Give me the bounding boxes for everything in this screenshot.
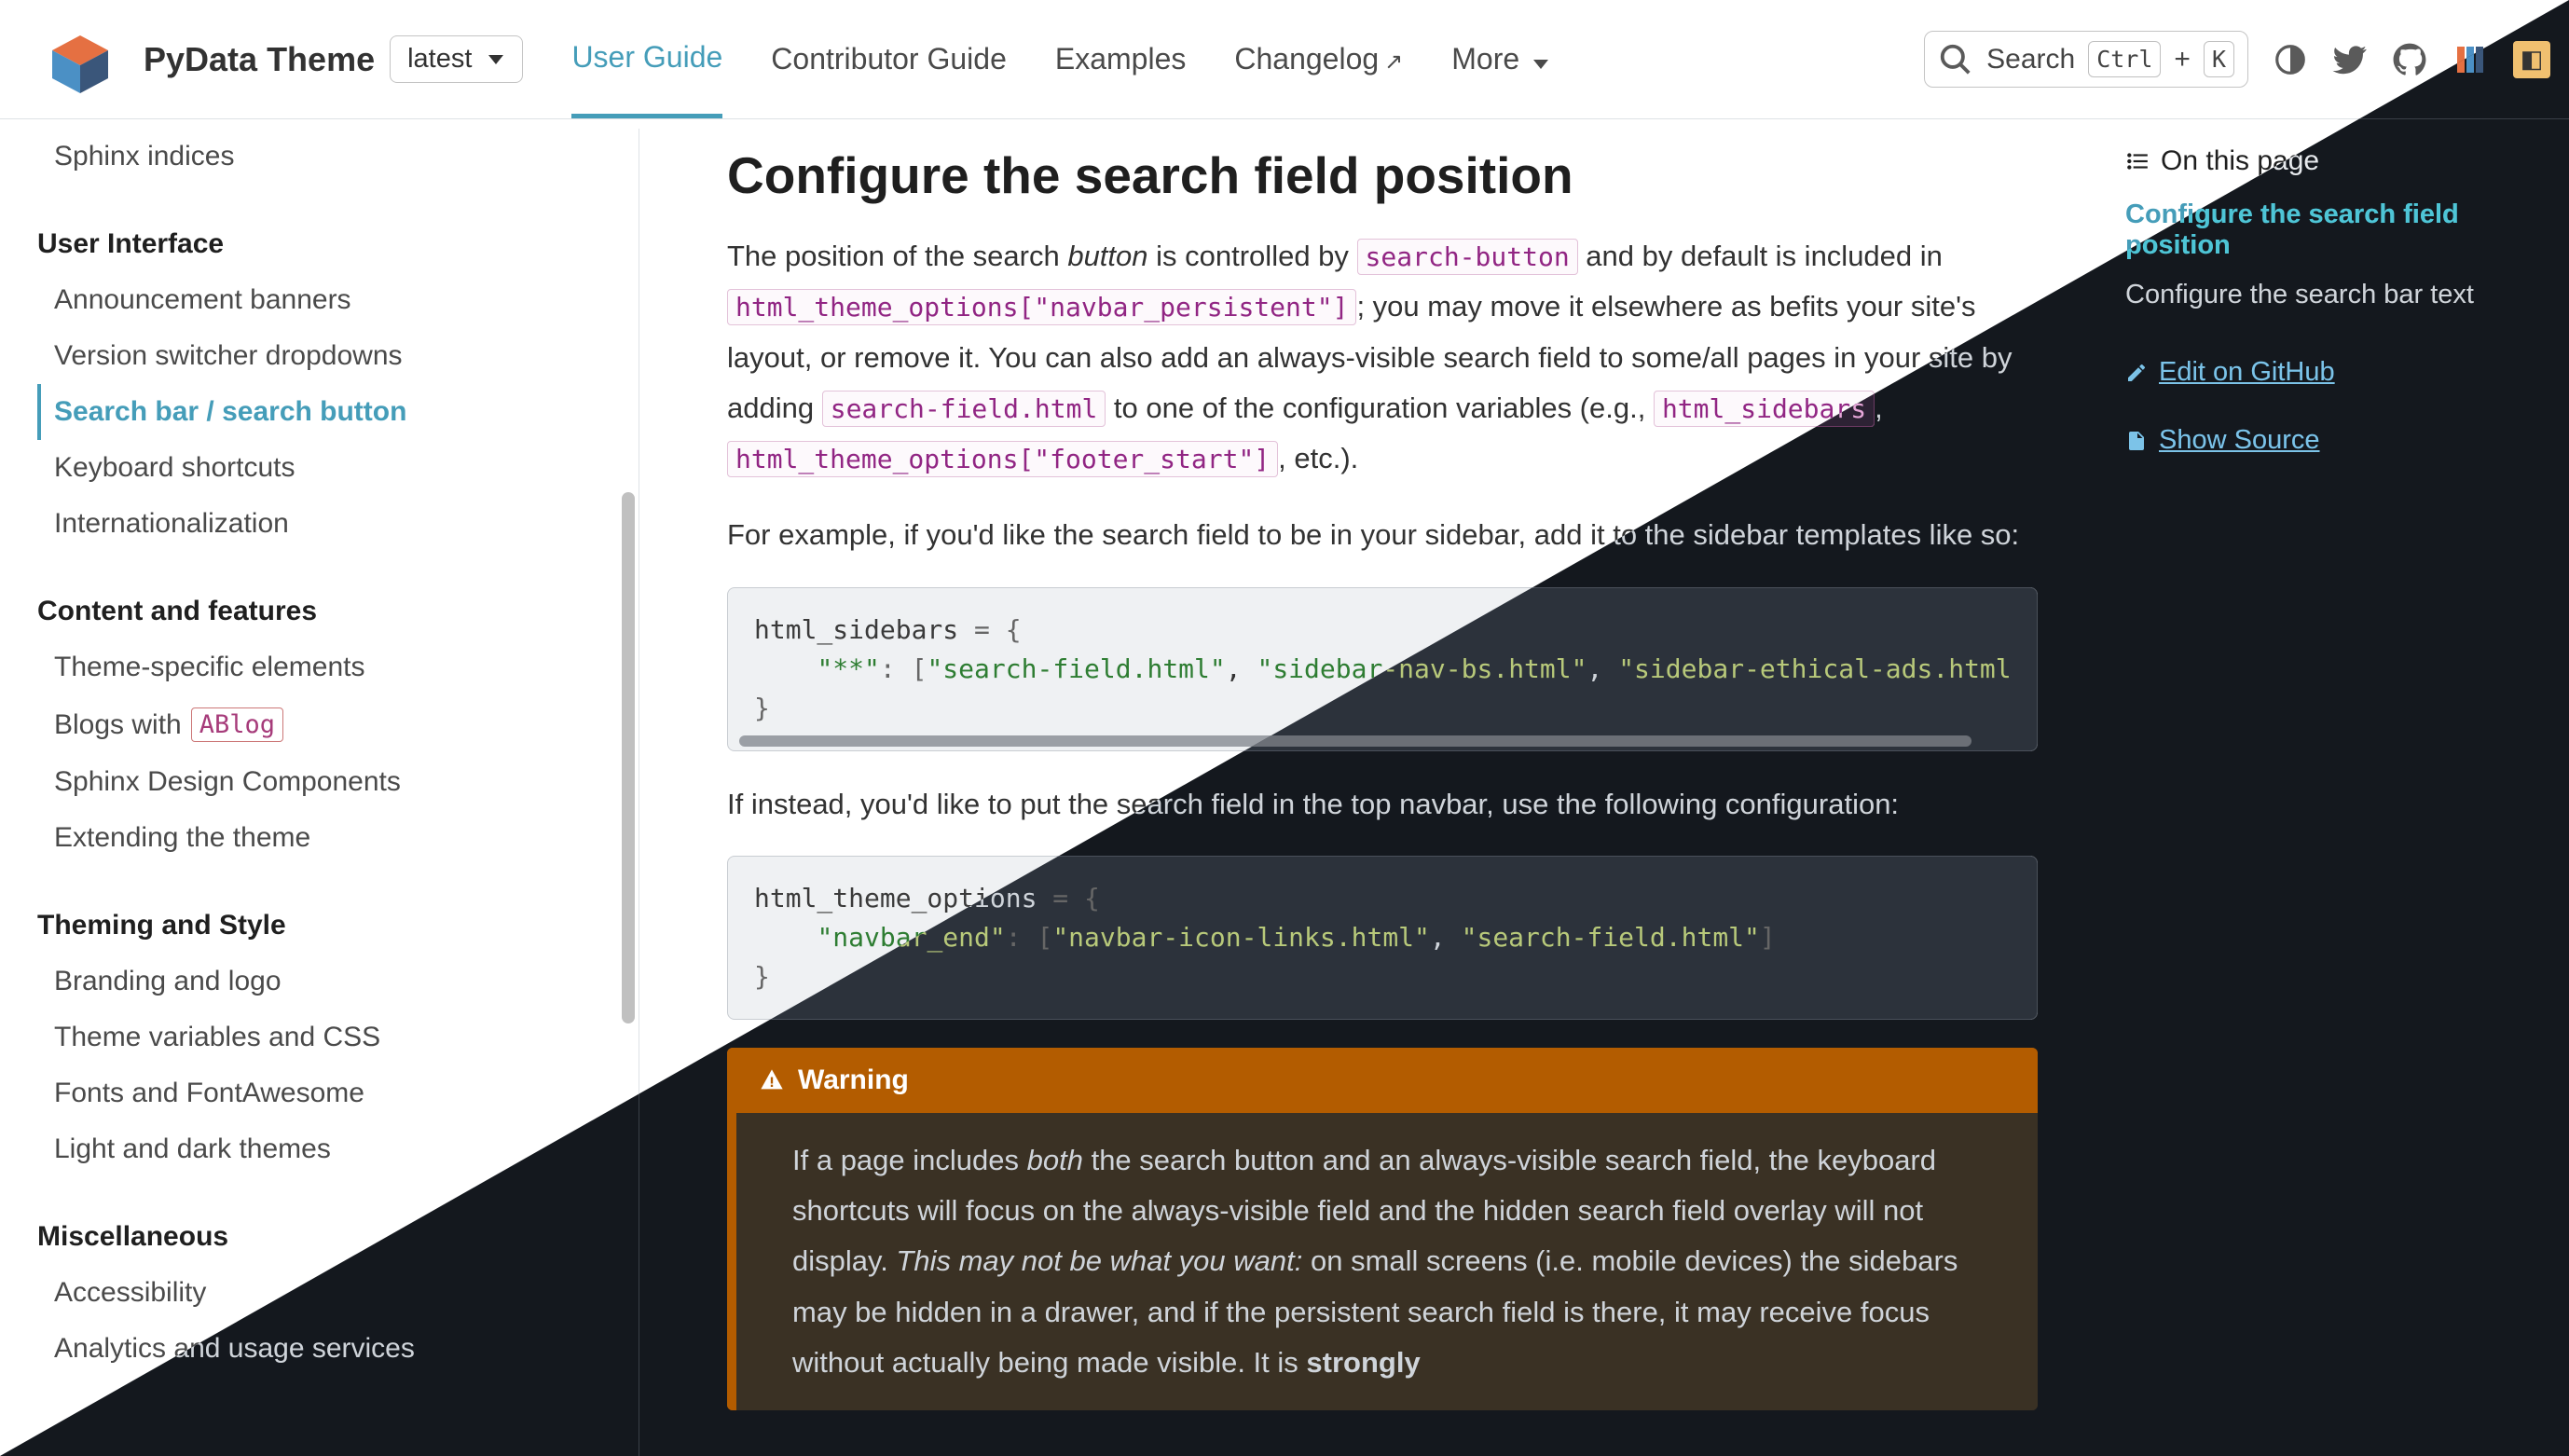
edit-on-github-link[interactable]: Edit on GitHub (2125, 357, 2541, 388)
kbd-plus: + (2174, 44, 2191, 76)
nav-changelog-label: Changelog (1234, 42, 1379, 76)
sidebar-item-theme-vars[interactable]: Theme variables and CSS (37, 1010, 620, 1065)
external-link-icon: ↗ (1384, 49, 1403, 75)
label-text: Blogs with (54, 709, 182, 741)
sidebar-item-blogs-ablog[interactable]: Blogs with ABlog (37, 695, 620, 754)
app-favicon-icon[interactable]: ◧ (2513, 41, 2550, 78)
sidebar-item-extending[interactable]: Extending the theme (37, 810, 620, 866)
chevron-down-icon (1533, 60, 1548, 69)
warning-admonition: Warning If a page includes both the sear… (727, 1048, 2038, 1410)
show-source-link[interactable]: Show Source (2125, 425, 2541, 456)
sidebar-item-fonts[interactable]: Fonts and FontAwesome (37, 1065, 620, 1121)
code-literal: search-field.html (822, 391, 1106, 427)
sidebar-item-theme-elements[interactable]: Theme-specific elements (37, 639, 620, 695)
sidebar-item-sphinx-design[interactable]: Sphinx Design Components (37, 754, 620, 810)
kbd-ctrl: Ctrl (2088, 41, 2161, 77)
sidebar-item-announcement[interactable]: Announcement banners (37, 272, 620, 328)
file-icon (2125, 430, 2148, 452)
scrollbar-thumb[interactable] (622, 492, 635, 1023)
sidebar-item-sphinx-indices[interactable]: Sphinx indices (37, 129, 620, 185)
sidebar-heading-theming: Theming and Style (37, 898, 620, 954)
version-dropdown[interactable]: latest (390, 35, 523, 83)
kbd-k: K (2204, 41, 2234, 77)
nav-changelog[interactable]: Changelog↗ (1234, 3, 1403, 116)
warning-body: If a page includes both the search butto… (736, 1113, 2038, 1410)
code-literal: search-button (1357, 239, 1578, 275)
nav-more-label: More (1451, 42, 1519, 76)
pencil-icon (2125, 362, 2148, 384)
sidebar-heading-content: Content and features (37, 584, 620, 639)
chevron-down-icon (488, 55, 503, 64)
theme-toggle-icon[interactable] (2273, 42, 2308, 77)
version-label: latest (407, 44, 472, 75)
nav-examples[interactable]: Examples (1055, 3, 1187, 116)
warning-icon (759, 1067, 785, 1093)
code-literal: html_theme_options["footer_start"] (727, 441, 1278, 477)
search-label: Search (1986, 44, 2075, 76)
warning-title: Warning (736, 1048, 2038, 1113)
sidebar-item-i18n[interactable]: Internationalization (37, 496, 620, 552)
nav-user-guide[interactable]: User Guide (571, 1, 722, 118)
nav-more[interactable]: More (1451, 3, 1548, 116)
sidebar-item-version-switcher[interactable]: Version switcher dropdowns (37, 328, 620, 384)
main-nav: User Guide Contributor Guide Examples Ch… (571, 1, 1548, 118)
sidebar-item-branding[interactable]: Branding and logo (37, 954, 620, 1010)
ablog-chip: ABlog (191, 707, 283, 742)
page-title: Configure the search field position (727, 145, 2038, 205)
search-icon (1938, 42, 1973, 77)
list-icon (2125, 149, 2150, 173)
sidebar-item-keyboard-shortcuts[interactable]: Keyboard shortcuts (37, 440, 620, 496)
github-icon[interactable] (2392, 42, 2427, 77)
site-title: PyData Theme (144, 40, 375, 79)
twitter-icon[interactable] (2332, 42, 2368, 77)
code-literal: html_theme_options["navbar_persistent"] (727, 289, 1356, 325)
sidebar-item-search-bar[interactable]: Search bar / search button (37, 384, 620, 440)
search-button[interactable]: Search Ctrl + K (1924, 31, 2248, 88)
toc-item-configure-text[interactable]: Configure the search bar text (2125, 270, 2541, 320)
right-sidebar: On this page Configure the search field … (2103, 119, 2569, 1456)
nav-contributor-guide[interactable]: Contributor Guide (771, 3, 1007, 116)
logo-area[interactable]: PyData Theme (34, 20, 375, 100)
header: PyData Theme latest User Guide Contribut… (0, 0, 2569, 119)
sidebar-heading-ui: User Interface (37, 216, 620, 272)
pydata-logo-icon (34, 20, 127, 100)
